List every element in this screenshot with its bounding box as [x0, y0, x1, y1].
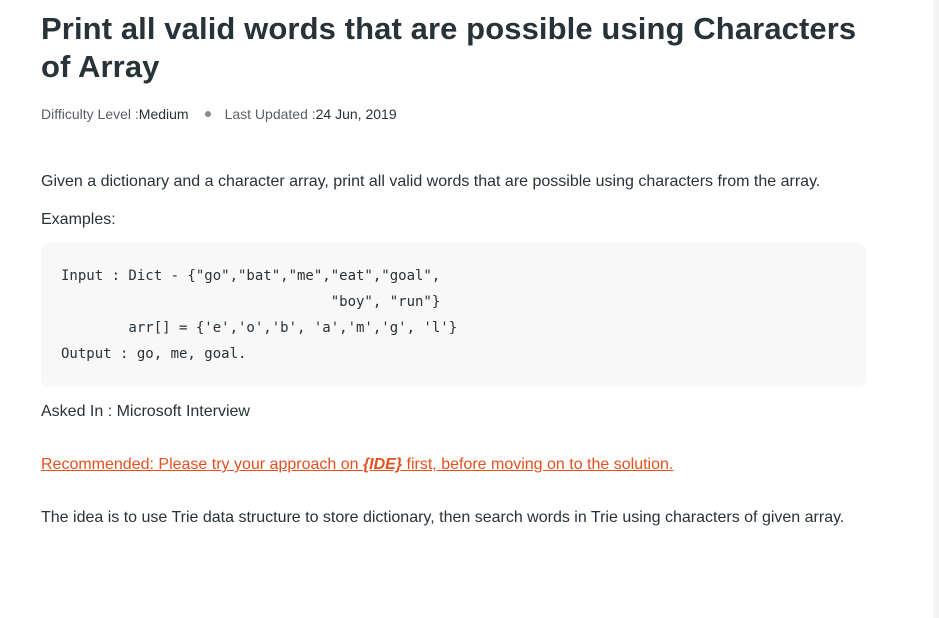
ide-link-text: {IDE}	[362, 456, 403, 473]
recommended-ide-link[interactable]: Recommended: Please try your approach on…	[41, 456, 673, 473]
recommended-text-before: Recommended: Please try your approach on	[41, 456, 363, 473]
example-code-block: Input : Dict - {"go","bat","me","eat","g…	[41, 243, 866, 387]
recommended-note: Recommended: Please try your approach on…	[41, 451, 866, 479]
article-title: Print all valid words that are possible …	[41, 11, 857, 84]
recommended-text-after: first, before moving on to the solution.	[402, 456, 674, 473]
page-scroll-gutter	[933, 0, 939, 618]
asked-in-text: Asked In : Microsoft Interview	[41, 403, 250, 420]
meta-separator-dot-icon	[204, 111, 211, 117]
article-meta: Difficulty Level : Medium Last Updated :…	[41, 105, 866, 123]
intro-paragraph: Given a dictionary and a character array…	[41, 173, 821, 190]
last-updated-label: Last Updated :	[224, 106, 316, 122]
difficulty-value[interactable]: Medium	[139, 105, 189, 123]
example-code-text: Input : Dict - {"go","bat","me","eat","g…	[61, 268, 458, 362]
difficulty-label: Difficulty Level :	[41, 106, 139, 122]
idea-paragraph: The idea is to use Trie data structure t…	[41, 509, 845, 526]
last-updated-value: 24 Jun, 2019	[315, 106, 397, 122]
article-content: Print all valid words that are possible …	[41, 10, 866, 532]
examples-label: Examples:	[41, 211, 116, 228]
